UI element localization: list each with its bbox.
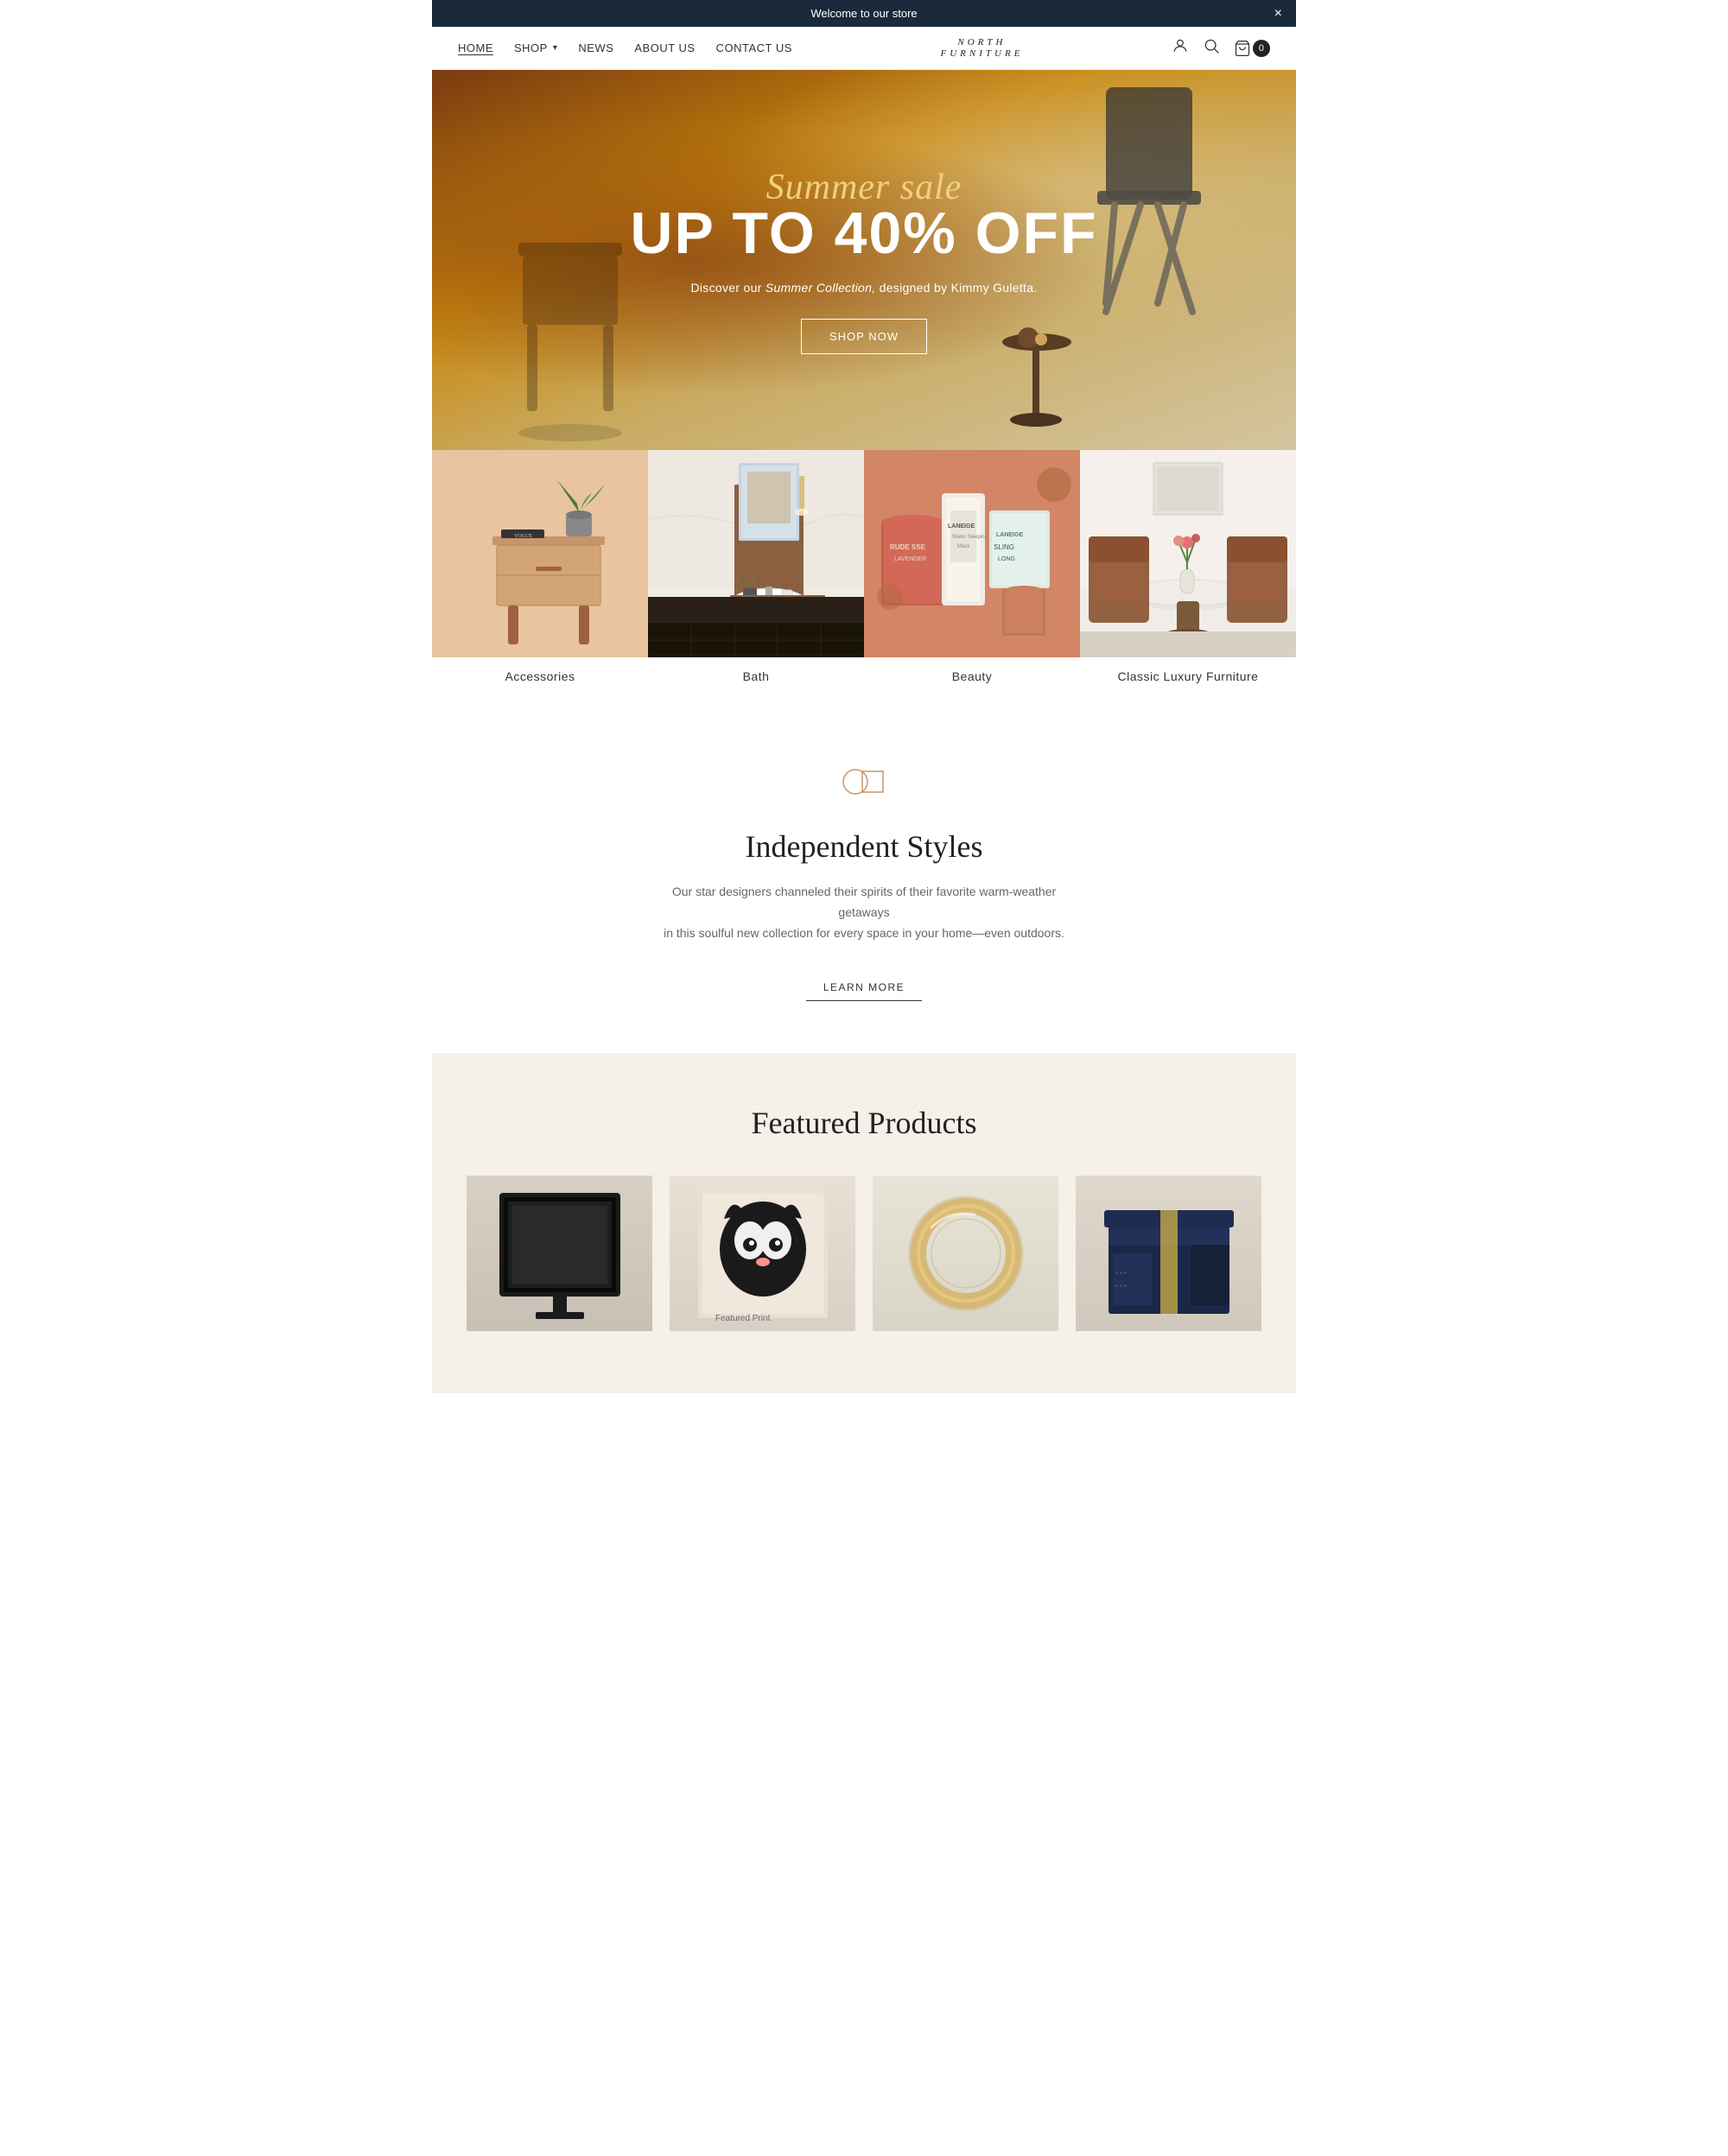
hero-content: Summer sale UP TO 40% OFF Discover our S… — [630, 167, 1097, 354]
decorative-icon — [467, 756, 1261, 808]
svg-text:LONG: LONG — [998, 556, 1015, 562]
nav-link-news[interactable]: NEWS — [578, 41, 613, 54]
category-item-accessories[interactable]: VOGUE Accessories — [432, 450, 648, 695]
category-item-luxury[interactable]: Classic Luxury Furniture — [1080, 450, 1296, 695]
svg-text:Water Sleeping: Water Sleeping — [952, 535, 988, 540]
category-label-beauty: Beauty — [864, 657, 1080, 695]
navbar: HOME SHOP NEWS ABOUT US CONTACT US NORTH… — [432, 27, 1296, 70]
shop-now-button[interactable]: SHOP NOW — [801, 319, 927, 354]
category-item-beauty[interactable]: RUDE SSE LAVENDER LANEIGE Water Sleeping… — [864, 450, 1080, 695]
hero-desc-italic: Summer Collection, — [766, 281, 876, 295]
nav-links-left: HOME SHOP NEWS ABOUT US CONTACT US — [458, 41, 792, 55]
hero-title: UP TO 40% OFF — [630, 200, 1097, 267]
beauty-image: RUDE SSE LAVENDER LANEIGE Water Sleeping… — [864, 450, 1080, 657]
hero-section: Summer sale UP TO 40% OFF Discover our S… — [432, 70, 1296, 450]
bath-image — [648, 450, 864, 657]
hero-decoration-left — [501, 191, 639, 450]
svg-text:▪ ▪ ▪: ▪ ▪ ▪ — [1115, 1269, 1127, 1277]
independent-styles-title: Independent Styles — [467, 828, 1261, 865]
svg-text:LAVENDER: LAVENDER — [894, 556, 926, 562]
svg-text:VOGUE: VOGUE — [514, 534, 532, 539]
category-grid: VOGUE Accessories — [432, 450, 1296, 695]
product-image-4: ▪ ▪ ▪ ▪ ▪ ▪ — [1076, 1176, 1261, 1331]
product-image-3 — [873, 1176, 1058, 1331]
category-item-bath[interactable]: Bath — [648, 450, 864, 695]
shapes-icon — [838, 756, 890, 808]
search-icon[interactable] — [1203, 37, 1220, 59]
product-image-1 — [467, 1176, 652, 1331]
category-label-bath: Bath — [648, 657, 864, 695]
hero-desc-text1: Discover our — [690, 281, 765, 295]
svg-text:SLING: SLING — [994, 543, 1014, 551]
logo-line1: NORTH — [941, 37, 1024, 48]
hero-desc-text2: designed by Kimmy Guletta. — [875, 281, 1037, 295]
learn-more-button[interactable]: LEARN MORE — [806, 974, 922, 1001]
product-item-1[interactable] — [467, 1176, 652, 1341]
product-item-4[interactable]: ▪ ▪ ▪ ▪ ▪ ▪ — [1076, 1176, 1261, 1341]
cart-count: 0 — [1253, 40, 1270, 57]
svg-text:Featured Print: Featured Print — [715, 1314, 771, 1323]
nav-link-about[interactable]: ABOUT US — [634, 41, 695, 54]
nav-icons-right: 0 — [1172, 37, 1270, 59]
logo-line2: Furniture — [941, 48, 1024, 59]
account-icon[interactable] — [1172, 37, 1189, 59]
close-announcement-button[interactable]: × — [1274, 6, 1282, 22]
nav-link-home[interactable]: HOME — [458, 41, 493, 55]
category-label-accessories: Accessories — [432, 657, 648, 695]
announcement-bar: Welcome to our store × — [432, 0, 1296, 27]
featured-products-section: Featured Products — [432, 1053, 1296, 1393]
product-item-2[interactable]: Featured Print — [670, 1176, 855, 1341]
svg-text:LANEIGE: LANEIGE — [948, 523, 975, 529]
svg-text:Mask: Mask — [957, 544, 970, 549]
featured-products-title: Featured Products — [467, 1105, 1261, 1141]
category-label-luxury: Classic Luxury Furniture — [1080, 657, 1296, 695]
nav-link-contact[interactable]: CONTACT US — [716, 41, 792, 54]
products-grid: Featured Print — [467, 1176, 1261, 1341]
nav-link-shop[interactable]: SHOP — [514, 41, 557, 54]
product-item-3[interactable] — [873, 1176, 1058, 1341]
svg-text:▪ ▪ ▪: ▪ ▪ ▪ — [1115, 1282, 1127, 1290]
luxury-image — [1080, 450, 1296, 657]
independent-styles-section: Independent Styles Our star designers ch… — [432, 695, 1296, 1053]
accessories-image: VOGUE — [432, 450, 648, 657]
independent-styles-description: Our star designers channeled their spiri… — [648, 882, 1080, 943]
hero-description: Discover our Summer Collection, designed… — [630, 281, 1097, 295]
svg-text:LANEIGE: LANEIGE — [996, 532, 1023, 538]
logo[interactable]: NORTH Furniture — [941, 37, 1024, 58]
announcement-text: Welcome to our store — [810, 7, 917, 20]
svg-text:RUDE SSE: RUDE SSE — [890, 543, 926, 551]
product-image-2: Featured Print — [670, 1176, 855, 1331]
cart-button[interactable]: 0 — [1234, 40, 1270, 57]
